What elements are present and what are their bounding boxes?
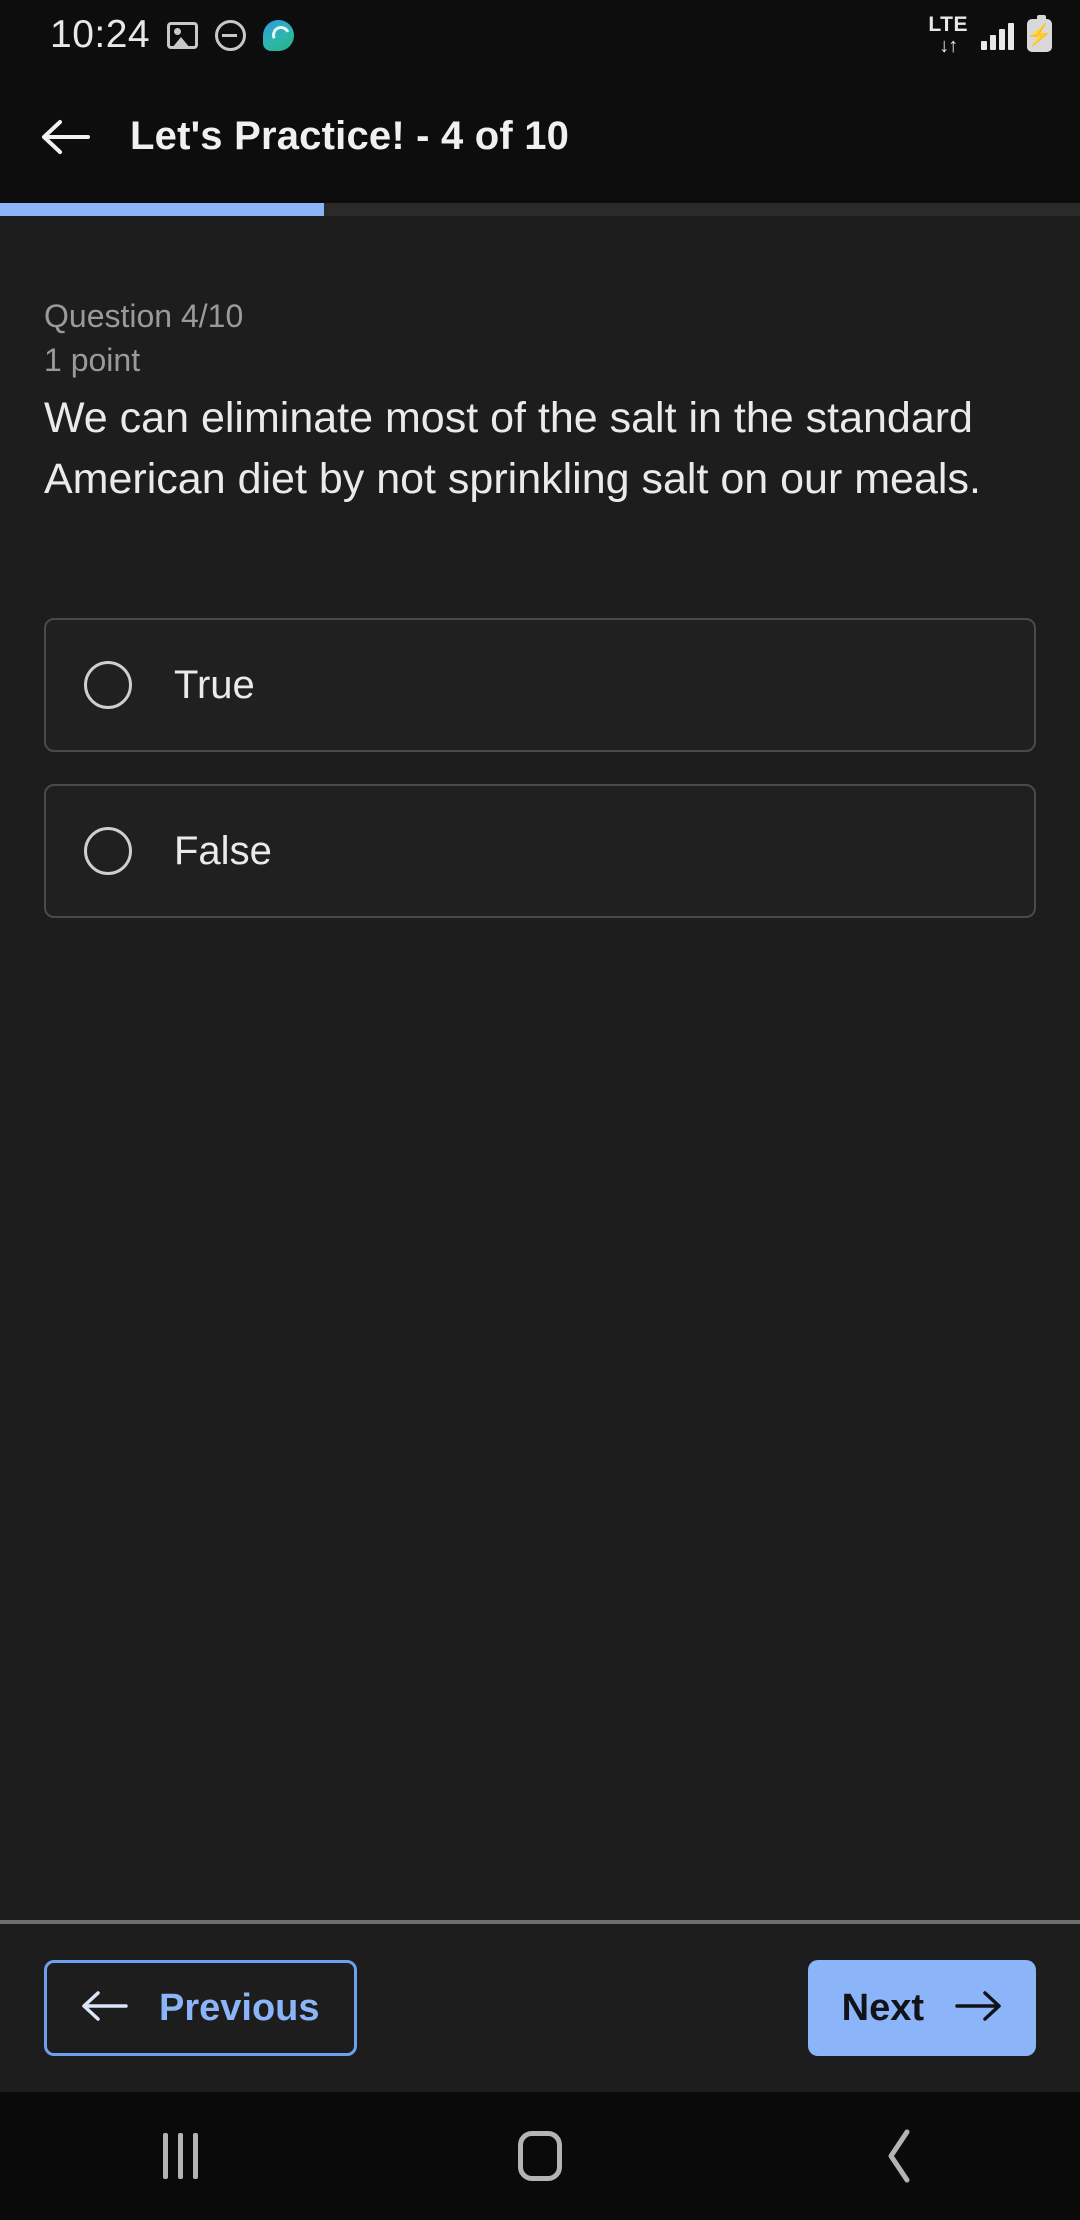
lte-label: LTE <box>928 13 968 36</box>
status-bar-right: LTE ↓↑ ⚡ <box>928 14 1052 56</box>
back-chevron-icon[interactable] <box>830 2092 970 2220</box>
quiz-progress-fill <box>0 203 324 216</box>
next-button[interactable]: Next <box>807 1960 1036 2056</box>
recents-icon[interactable] <box>110 2092 250 2220</box>
answer-option-true[interactable]: True <box>44 618 1036 753</box>
question-points: 1 point <box>44 342 141 379</box>
radio-button-true[interactable] <box>84 661 132 710</box>
question-counter: Question 4/10 <box>44 298 244 334</box>
phone-screen: 10:24 LTE ↓↑ ⚡ Let's Practice! - 4 of 10 <box>0 0 1080 2220</box>
screenshot-image-icon <box>167 21 199 49</box>
arrow-left-icon <box>81 1989 129 2028</box>
radio-button-false[interactable] <box>84 827 132 876</box>
status-clock: 10:24 <box>50 13 151 56</box>
quiz-progress-bar <box>0 203 1080 216</box>
answer-option-false[interactable]: False <box>44 784 1036 919</box>
battery-charging-icon: ⚡ <box>1026 14 1053 52</box>
previous-button[interactable]: Previous <box>44 1960 357 2056</box>
question-content: Question 4/10 1 point We can eliminate m… <box>0 216 1080 1920</box>
battery-charging-glyph: ⚡ <box>1026 23 1053 47</box>
android-nav-bar <box>0 2092 1080 2220</box>
lte-arrows: ↓↑ <box>939 35 958 57</box>
app-bar: Let's Practice! - 4 of 10 <box>0 70 1080 203</box>
next-button-label: Next <box>841 1986 924 2029</box>
page-title: Let's Practice! - 4 of 10 <box>130 114 570 158</box>
lte-network-icon: LTE ↓↑ <box>928 14 968 56</box>
answer-options: True False <box>44 618 1036 919</box>
status-bar-left: 10:24 <box>50 13 295 57</box>
answer-option-label: False <box>174 828 272 873</box>
signal-bars-icon <box>981 20 1014 50</box>
arrow-right-icon <box>954 1989 1002 2028</box>
quiz-footer: Previous Next <box>0 1924 1080 2092</box>
home-icon[interactable] <box>470 2092 610 2220</box>
previous-button-label: Previous <box>159 1986 320 2029</box>
messages-app-icon <box>263 19 295 51</box>
answer-option-label: True <box>174 662 255 707</box>
question-text: We can eliminate most of the salt in the… <box>44 394 981 504</box>
back-arrow-icon[interactable] <box>32 105 96 169</box>
do-not-disturb-icon <box>215 19 247 51</box>
status-bar: 10:24 LTE ↓↑ ⚡ <box>0 0 1080 70</box>
